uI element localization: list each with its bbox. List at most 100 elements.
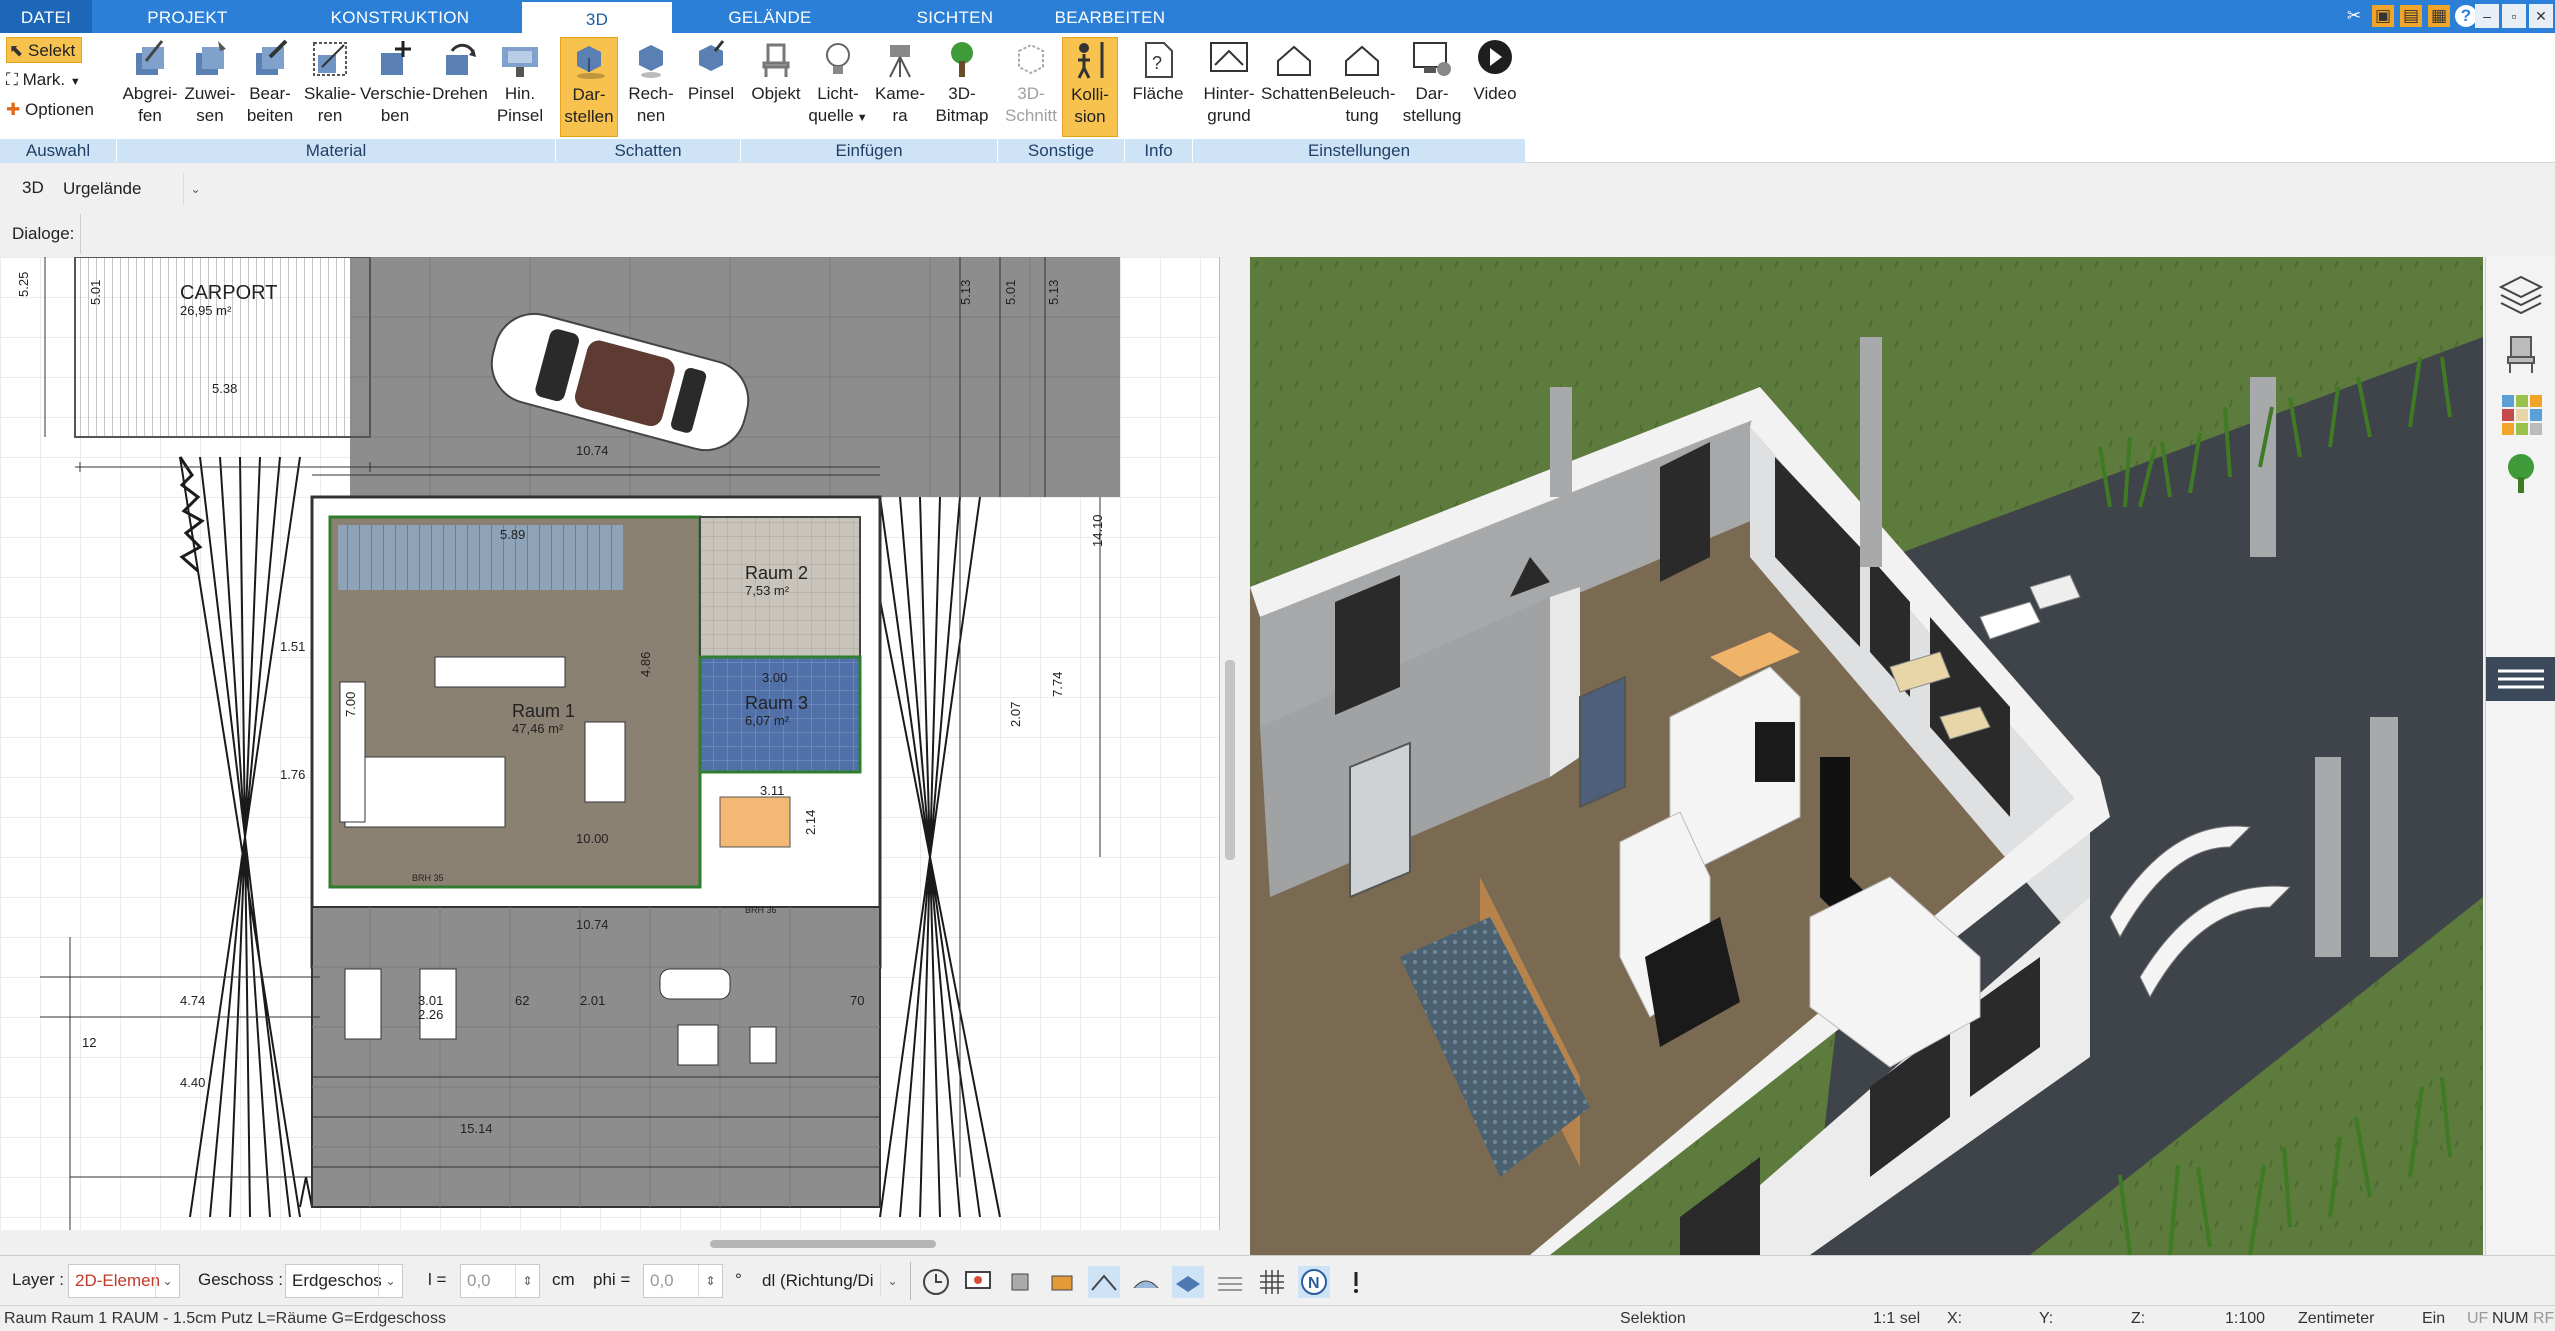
tools-icon[interactable]: ✂ xyxy=(2343,5,2365,27)
tab-views[interactable]: SICHTEN xyxy=(900,0,1010,33)
layer-select[interactable]: 2D-Elemen ⌄ xyxy=(68,1264,180,1298)
spinner-icon[interactable]: ⇕ xyxy=(698,1265,722,1297)
scale-material-button[interactable]: Skalie-ren xyxy=(300,37,360,127)
room1-label: Raum 1 xyxy=(512,701,575,721)
display-shadow-button[interactable]: Dar-stellen xyxy=(560,37,618,137)
spinner-icon[interactable]: ⇕ xyxy=(515,1265,539,1297)
status-bar: Raum Raum 1 RAUM - 1.5cm Putz L=Räume G=… xyxy=(0,1305,2555,1331)
minimize-button[interactable]: – xyxy=(2475,4,2499,28)
help-icon[interactable]: ? xyxy=(2455,5,2477,27)
svg-text:5.13: 5.13 xyxy=(1046,280,1061,305)
window-layout-icon[interactable]: ▣ xyxy=(2372,5,2394,27)
furniture-icon[interactable] xyxy=(1004,1266,1036,1298)
app-window: DATEI PROJEKT KONSTRUKTION 3D GELÄNDE SI… xyxy=(0,0,2555,1331)
direction-select[interactable]: dl (Richtung/Di ⌄ xyxy=(755,1264,905,1298)
pick-material-button[interactable]: Abgrei-fen xyxy=(120,37,180,127)
background-settings-button[interactable]: Hinter-grund xyxy=(1197,37,1261,127)
shadow-settings-button[interactable]: Schatten xyxy=(1261,37,1328,105)
tab-file[interactable]: DATEI xyxy=(0,0,92,33)
chair-icon xyxy=(762,43,790,77)
roof-icon[interactable] xyxy=(1088,1266,1120,1298)
object-icon[interactable] xyxy=(1046,1266,1078,1298)
background-brush-button[interactable]: Hin. Pinsel xyxy=(490,37,550,127)
shadow-brush-button[interactable]: Pinsel xyxy=(682,37,740,105)
layers-stack-icon[interactable] xyxy=(1214,1266,1246,1298)
mark-icon: ⛶ xyxy=(6,70,18,89)
svg-text:BRH 36: BRH 36 xyxy=(745,905,777,915)
tree-icon xyxy=(951,42,973,77)
panel-icon[interactable]: ▦ xyxy=(2428,5,2450,27)
plants-catalog-icon[interactable] xyxy=(2496,449,2546,499)
plan-vertical-scrollbar[interactable] xyxy=(1225,660,1235,860)
terrace xyxy=(311,906,881,1208)
status-num: NUM xyxy=(2492,1310,2529,1327)
divider xyxy=(910,1262,911,1300)
rotate-material-button[interactable]: Drehen xyxy=(430,37,490,105)
assign-material-button[interactable]: Zuwei-sen xyxy=(180,37,240,127)
svg-text:10.74: 10.74 xyxy=(576,443,609,458)
terrain-select[interactable]: Urgelände ⌄ xyxy=(56,172,208,206)
room2-area: 7,53 m² xyxy=(745,583,790,598)
insert-bitmap-button[interactable]: 3D- Bitmap xyxy=(931,37,993,127)
svg-text:N: N xyxy=(1308,1275,1320,1292)
group-label-selection: Auswahl xyxy=(0,139,116,163)
more-options-icon[interactable] xyxy=(1340,1266,1372,1298)
insert-object-button[interactable]: Objekt xyxy=(745,37,807,105)
terrain-icon[interactable] xyxy=(1130,1266,1162,1298)
tab-terrain[interactable]: GELÄNDE xyxy=(715,0,825,33)
restore-panel-icon[interactable]: ▤ xyxy=(2400,5,2422,27)
chevron-down-icon: ▼ xyxy=(853,112,868,124)
north-icon[interactable]: N xyxy=(1298,1266,1330,1298)
plane-icon[interactable] xyxy=(1172,1266,1204,1298)
length-unit: cm xyxy=(552,1270,575,1289)
insert-light-button[interactable]: Licht-quelle ▼ xyxy=(807,37,869,129)
options-button[interactable]: ✚ Optionen xyxy=(6,97,94,123)
collision-button[interactable]: Kolli-sion xyxy=(1062,37,1118,137)
length-input[interactable]: 0,0 ⇕ xyxy=(460,1264,540,1298)
3d-cut-button[interactable]: 3D- Schnitt xyxy=(1000,37,1062,127)
select-button[interactable]: ⬉ Selekt xyxy=(6,37,83,63)
screen-icon[interactable] xyxy=(962,1266,994,1298)
status-unit: Zentimeter xyxy=(2298,1310,2375,1327)
chevron-down-icon: ⌄ xyxy=(155,1265,179,1297)
dining-table xyxy=(719,796,791,848)
floor-plan-canvas: CARPORT 26,95 m² Raum 1 47,46 m² Raum 2 … xyxy=(0,257,1219,1230)
edit-material-button[interactable]: Bear-beiten xyxy=(240,37,300,127)
svg-text:2.14: 2.14 xyxy=(803,810,818,835)
insert-camera-button[interactable]: Kame-ra xyxy=(869,37,931,127)
svg-text:12: 12 xyxy=(82,1035,96,1050)
svg-text:BRH 35: BRH 35 xyxy=(412,873,444,883)
svg-text:4.86: 4.86 xyxy=(638,652,653,677)
3d-view[interactable] xyxy=(1250,257,2483,1255)
close-button[interactable]: ✕ xyxy=(2529,4,2553,28)
angle-label: phi = xyxy=(593,1270,631,1289)
floor-plan-view[interactable]: CARPORT 26,95 m² Raum 1 47,46 m² Raum 2 … xyxy=(0,257,1220,1230)
furniture-catalog-icon[interactable] xyxy=(2496,329,2546,379)
tab-project[interactable]: PROJEKT xyxy=(120,0,255,33)
materials-palette-icon[interactable] xyxy=(2496,389,2546,439)
maximize-button[interactable]: ▫ xyxy=(2502,4,2526,28)
floor-select[interactable]: Erdgeschos ⌄ xyxy=(285,1264,403,1298)
area-info-button[interactable]: ? Fläche xyxy=(1127,37,1189,105)
status-ein: Ein xyxy=(2422,1310,2446,1327)
tab-construction[interactable]: KONSTRUKTION xyxy=(320,0,480,33)
compute-shadow-button[interactable]: Rech-nen xyxy=(622,37,680,127)
plan-horizontal-scrollbar[interactable] xyxy=(710,1240,936,1248)
svg-text:62: 62 xyxy=(515,993,529,1008)
display-settings-button[interactable]: Dar-stellung xyxy=(1397,37,1467,127)
lighting-settings-button[interactable]: Beleuch-tung xyxy=(1327,37,1397,127)
mark-button[interactable]: ⛶ Mark. ▼ xyxy=(6,67,81,93)
grid-icon[interactable] xyxy=(1256,1266,1288,1298)
cut-box-icon xyxy=(1018,43,1044,75)
menu-toggle-button[interactable] xyxy=(2486,657,2555,701)
tab-edit[interactable]: BEARBEITEN xyxy=(1050,0,1170,33)
room2-label: Raum 2 xyxy=(745,563,808,583)
tab-3d[interactable]: 3D xyxy=(522,0,672,33)
move-material-button[interactable]: Verschie-ben xyxy=(360,37,431,127)
svg-text:2.07: 2.07 xyxy=(1008,702,1023,727)
layers-icon[interactable] xyxy=(2496,269,2546,319)
angle-input[interactable]: 0,0 ⇕ xyxy=(643,1264,723,1298)
video-button[interactable]: Video xyxy=(1467,37,1523,105)
kitchen-counter xyxy=(344,756,506,828)
clock-icon[interactable] xyxy=(920,1266,952,1298)
